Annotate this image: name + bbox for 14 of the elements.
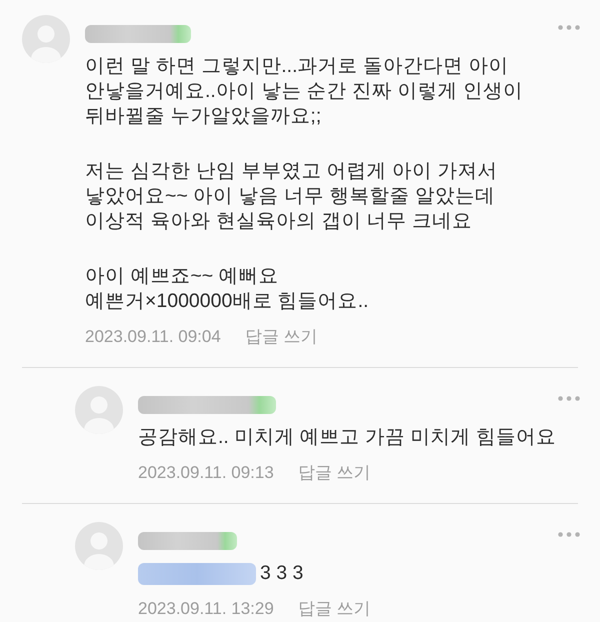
more-icon[interactable]: [558, 25, 580, 30]
reply-link[interactable]: 답글 쓰기: [298, 596, 371, 622]
comment-text: 저는 심각한 난임 부부였고 어렵게 아이 가져서 낳았어요~~ 아이 낳음 너무 행복할줄 알았는데 이상적 육아와 현실육아의 갭이 너무 크네요: [85, 159, 499, 234]
comment-text: 공감해요.. 미치게 예쁘고 가끔 미치게 힘들어요: [138, 425, 557, 450]
comment-text: 3 3 3: [260, 561, 304, 586]
comment-date: 2023.09.11. 09:04: [85, 326, 221, 348]
comment-text: 이런 말 하면 그렇지만...과거로 돌아간다면 아이 안낳을거예요..아이 낳는 순간 진짜 이렇게 인생이 뒤바뀔줄 누가알았을까요;;: [85, 54, 524, 129]
comment-text: 아이 예쁘죠~~ 예뻐요 예쁜거×1000000배로 힘들어요..: [85, 264, 370, 314]
reply-link[interactable]: 답글 쓰기: [244, 324, 318, 350]
reply-link[interactable]: 답글 쓰기: [298, 460, 371, 486]
comment-date: 2023.09.11. 09:13: [138, 462, 274, 484]
more-icon[interactable]: [558, 396, 580, 401]
comment-date: 2023.09.11. 13:29: [138, 598, 274, 620]
more-icon[interactable]: [558, 532, 580, 537]
